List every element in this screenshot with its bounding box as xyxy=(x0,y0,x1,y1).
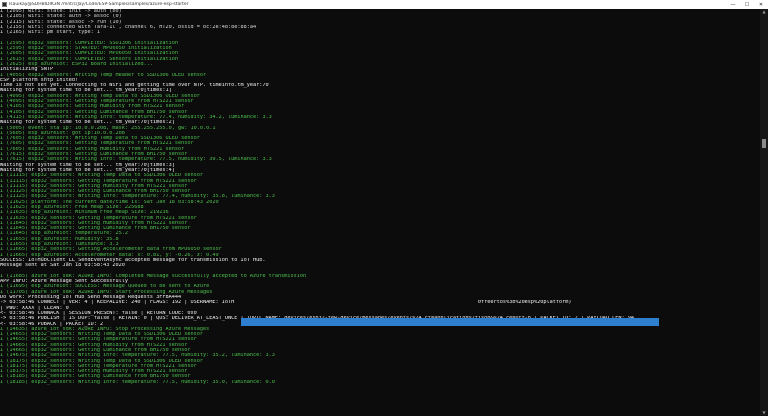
vertical-scrollbar[interactable]: ▲ ▼ xyxy=(760,9,768,416)
terminal-line: I (18185) esp32_sensors: Writing info: t… xyxy=(0,379,275,385)
terminal-icon xyxy=(2,2,7,7)
redaction-box xyxy=(241,318,659,326)
close-button[interactable]: ✕ xyxy=(754,0,768,9)
terminal-window: lsauikay@SDHBIDIK3N /mnt/c/Jay/Code/ESP-… xyxy=(0,0,768,416)
title-bar[interactable]: lsauikay@SDHBIDIK3N /mnt/c/Jay/Code/ESP-… xyxy=(0,0,768,9)
window-controls: — ☐ ✕ xyxy=(726,0,768,9)
scrollbar-thumb[interactable] xyxy=(762,139,766,148)
maximize-button[interactable]: ☐ xyxy=(740,0,754,9)
window-title: lsauikay@SDHBIDIK3N /mnt/c/Jay/Code/ESP-… xyxy=(9,2,189,7)
terminal-output[interactable]: I (2095) wifi: state: init -> auth (b0) I… xyxy=(0,9,760,416)
scroll-up-arrow-icon[interactable]: ▲ xyxy=(761,9,767,15)
minimize-button[interactable]: — xyxy=(726,0,740,9)
scroll-down-arrow-icon[interactable]: ▼ xyxy=(761,410,767,416)
